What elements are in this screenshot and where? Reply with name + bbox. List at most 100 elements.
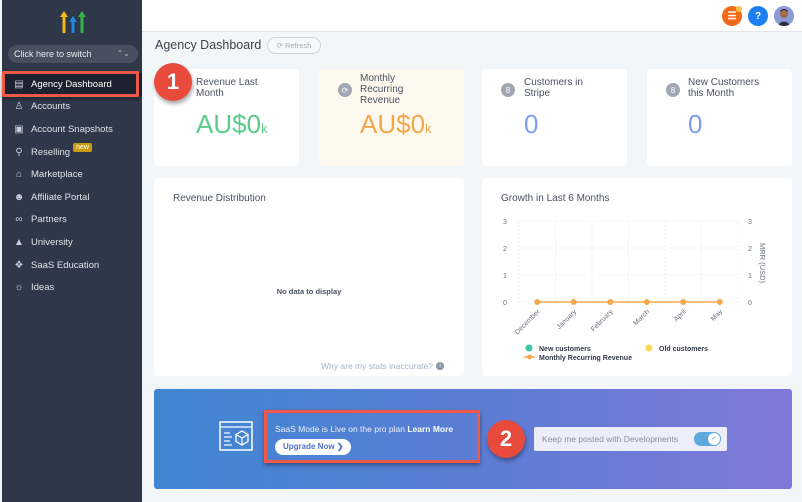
stat-card-customers-in-stripe: 8 Customers in Stripe 0 — [482, 69, 627, 166]
x-tick-label: January — [556, 308, 579, 331]
avatar-icon — [774, 6, 794, 26]
stat-value-unit: k — [261, 121, 268, 136]
mrr-point[interactable] — [570, 299, 577, 305]
mrr-point[interactable] — [607, 299, 614, 305]
sidebar-item-university[interactable]: ▲ University — [2, 231, 142, 254]
tasks-button[interactable]: ☰ — [722, 6, 742, 26]
saas-browser-icon — [219, 421, 253, 451]
stat-label: New Customers this Month — [688, 77, 760, 99]
y2-axis-label: MRR (USD) — [758, 243, 767, 283]
sidebar-item-account-snapshots[interactable]: ▣ Account Snapshots — [2, 118, 142, 141]
sidebar-item-ideas[interactable]: ☼ Ideas — [2, 276, 142, 299]
sidebar-item-label: Ideas — [31, 282, 55, 294]
stat-label: Revenue Last Month — [196, 77, 258, 99]
stat-card-new-customers: 8 New Customers this Month 0 — [647, 69, 792, 166]
y2-tick-label: 2 — [748, 246, 752, 253]
check-icon: ✓ — [708, 433, 720, 445]
stat-value: AU$0k — [196, 109, 268, 140]
account-switcher[interactable]: Click here to switch ⌃⌄ — [8, 45, 138, 63]
refresh-button[interactable]: ⟳ Refresh — [267, 37, 321, 54]
legend-swatch — [645, 344, 653, 352]
recurring-icon: ⟳ — [338, 83, 352, 97]
sidebar-item-agency-dashboard[interactable]: ▤ Agency Dashboard — [2, 73, 142, 96]
stat-card-mrr: ⟳ Monthly Recurring Revenue AU$0k — [319, 69, 464, 166]
switcher-label: Click here to switch — [14, 49, 92, 59]
upgrade-now-button[interactable]: Upgrade Now ❯ — [275, 439, 352, 455]
mrr-point[interactable] — [534, 299, 541, 305]
x-tick-label: March — [632, 308, 651, 327]
sidebar-item-label: Partners — [31, 214, 67, 226]
sidebar-item-reselling[interactable]: ⚲ Reselling new — [2, 141, 142, 164]
keep-posted-panel: Keep me posted with Developments ✓ — [534, 427, 727, 451]
revenue-distribution-card: Revenue Distribution No data to display … — [154, 178, 464, 376]
handshake-icon: ∞ — [15, 214, 23, 226]
card-title: Revenue Distribution — [173, 193, 266, 204]
keep-posted-label: Keep me posted with Developments — [542, 434, 679, 444]
legend-label: Monthly Recurring Revenue — [539, 355, 632, 362]
mrr-point[interactable] — [716, 299, 723, 305]
user-icon: ♙ — [14, 101, 24, 113]
app: Click here to switch ⌃⌄ ▤ Agency Dashboar… — [0, 0, 802, 502]
refresh-icon: ⟳ — [276, 41, 284, 50]
sidebar-item-partners[interactable]: ∞ Partners — [2, 209, 142, 232]
legend-swatch — [525, 344, 533, 352]
sidebar-item-accounts[interactable]: ♙ Accounts — [2, 96, 142, 119]
help-icon: ? — [754, 10, 762, 22]
graduation-cap-icon: ▲ — [14, 236, 24, 248]
lightbulb-icon: ☼ — [14, 282, 24, 294]
bag-icon: ⌂ — [15, 169, 23, 181]
y-tick-label: 3 — [503, 219, 507, 226]
dashboard-icon: ▤ — [14, 78, 24, 90]
stats-help-link[interactable]: Why are my stats inaccurate? i — [321, 361, 444, 371]
help-button[interactable]: ? — [748, 6, 768, 26]
cubes-icon: ❖ — [14, 259, 24, 271]
stat-value: AU$0k — [360, 109, 432, 140]
learn-more-link[interactable]: Learn More — [407, 424, 453, 434]
sidebar-item-label: SaaS Education — [31, 259, 100, 271]
stat-value: 0 — [524, 109, 539, 139]
legend-label: Old customers — [659, 346, 708, 353]
refresh-label: Refresh — [285, 41, 312, 50]
sidebar-item-label: Reselling — [31, 146, 71, 158]
y-tick-label: 1 — [503, 273, 507, 280]
annotation-marker-1: 1 — [154, 63, 192, 101]
stat-label: Monthly Recurring Revenue — [360, 73, 404, 106]
notification-dot — [736, 6, 742, 12]
x-tick-label: May — [710, 308, 725, 323]
sidebar: Click here to switch ⌃⌄ ▤ Agency Dashboar… — [2, 0, 142, 502]
saas-mode-text: SaaS Mode is Live on the pro plan Learn … — [275, 424, 453, 434]
x-tick-label: December — [514, 308, 542, 336]
stat-value-amount: AU$0 — [360, 109, 426, 139]
saas-mode-message: SaaS Mode is Live on the pro plan — [275, 424, 405, 434]
chevron-updown-icon: ⌃⌄ — [116, 49, 130, 58]
list-icon: ☰ — [727, 10, 737, 22]
logo-icon[interactable] — [59, 10, 87, 34]
sidebar-item-label: Accounts — [31, 101, 71, 113]
stat-value-unit: k — [425, 121, 432, 136]
keep-posted-toggle[interactable]: ✓ — [694, 432, 721, 446]
info-icon: i — [436, 362, 444, 370]
sidebar-item-label: Account Snapshots — [31, 123, 113, 135]
sidebar-item-affiliate-portal[interactable]: ☻ Affiliate Portal — [2, 186, 142, 209]
mrr-point[interactable] — [643, 299, 650, 305]
legend-label: New customers — [539, 346, 591, 353]
sidebar-item-marketplace[interactable]: ⌂ Marketplace — [2, 163, 142, 186]
mrr-point[interactable] — [680, 299, 687, 305]
user-avatar[interactable] — [774, 6, 794, 26]
y2-tick-label: 3 — [748, 219, 752, 226]
stat-value: 0 — [688, 109, 703, 139]
annotation-marker-2: 2 — [487, 420, 525, 458]
x-tick-label: February — [590, 308, 615, 333]
sidebar-item-label: Agency Dashboard — [31, 78, 112, 90]
sidebar-item-label: Marketplace — [31, 169, 83, 181]
sidebar-item-label: Affiliate Portal — [31, 191, 90, 203]
customers-icon: 8 — [501, 83, 515, 97]
legend-swatch — [527, 354, 532, 360]
x-tick-label: April — [673, 308, 688, 323]
growth-chart-card: Growth in Last 6 Months 0 1 2 3 0 1 2 3 MRR (USD… — [482, 178, 792, 376]
growth-chart: 0 1 2 3 0 1 2 3 MRR (USD) December January February… — [503, 219, 767, 362]
y2-tick-label: 1 — [748, 273, 752, 280]
sidebar-item-saas-education[interactable]: ❖ SaaS Education — [2, 254, 142, 277]
snapshot-icon: ▣ — [14, 123, 24, 135]
topbar: ☰ ? — [142, 0, 802, 32]
